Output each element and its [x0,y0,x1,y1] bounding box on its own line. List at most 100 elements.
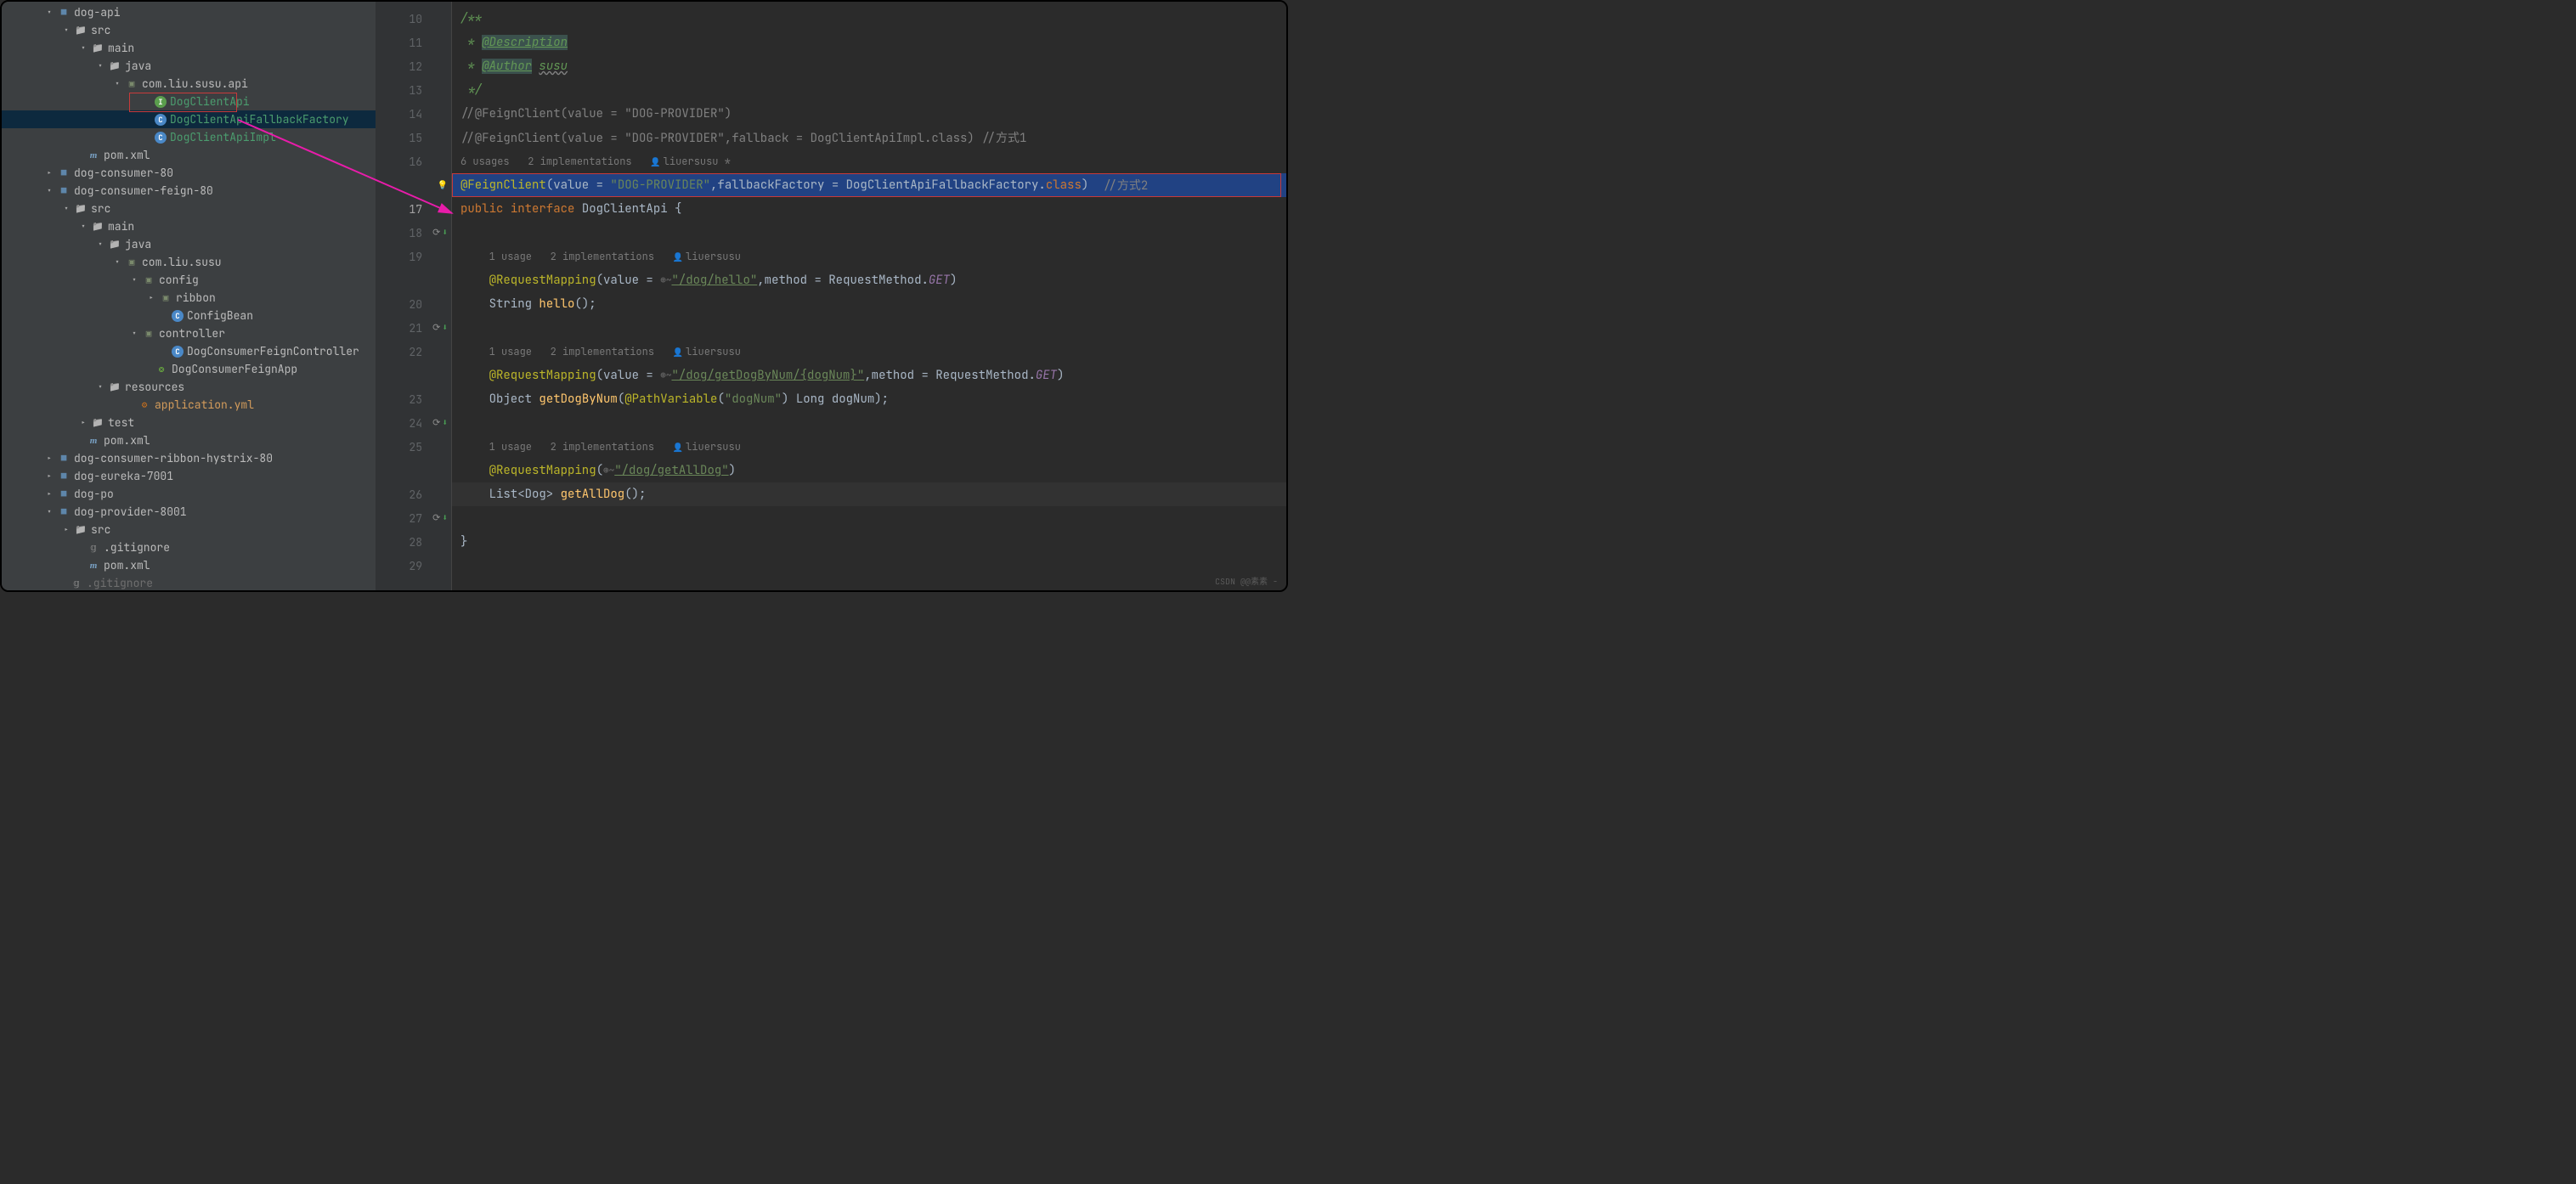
gutter-line[interactable]: 15 [376,126,451,149]
tree-item-resources[interactable]: ▾resources [2,378,376,396]
tree-item-pom-xml[interactable]: mpom.xml [2,431,376,449]
implementations-hint[interactable]: 2 implementations [551,345,654,358]
author-hint[interactable]: liuersusu * [664,155,731,168]
tree-item-dogconsumerfeignapp[interactable]: DogConsumerFeignApp [2,360,376,378]
gutter-line[interactable]: 16 [376,149,451,173]
gutter-line[interactable]: 28 [376,530,451,554]
tree-item-src[interactable]: ▸src [2,521,376,538]
tree-item-pom-xml[interactable]: mpom.xml [2,146,376,164]
gutter-line[interactable] [376,364,451,387]
usages-hint[interactable]: 6 usages [460,155,510,168]
tree-item-src[interactable]: ▾src [2,200,376,217]
editor-pane[interactable]: /** * @Description * @Author susu */ //@… [452,2,1286,590]
tree-item-java[interactable]: ▾java [2,235,376,253]
chevron-down-icon[interactable]: ▾ [78,222,88,232]
gutter-line[interactable]: 26 [376,482,451,506]
implementations-hint[interactable]: 2 implementations [551,250,654,263]
gutter-line[interactable]: 18 [376,221,451,245]
tree-item-configbean[interactable]: CConfigBean [2,307,376,324]
chevron-down-icon[interactable]: ▾ [129,329,139,339]
tree-item-ribbon[interactable]: ▸ribbon [2,289,376,307]
url-mapping-icon[interactable]: ⊕~ [603,465,614,476]
chevron-down-icon[interactable]: ▾ [78,43,88,54]
tree-item-dog-api[interactable]: ▾dog-api [2,3,376,21]
usages-hint[interactable]: 1 usage [489,345,532,358]
chevron-right-icon[interactable]: ▸ [61,525,71,535]
chevron-down-icon[interactable]: ▾ [61,204,71,214]
tree-item-application-yml[interactable]: application.yml [2,396,376,414]
url-mapping-icon[interactable]: ⊕~ [660,274,671,286]
gutter-line[interactable]: 11 [376,31,451,54]
gutter-line[interactable] [376,173,451,197]
tree-item--gitignore[interactable]: .gitignore [2,538,376,556]
tree-item-dogconsumerfeigncontroller[interactable]: CDogConsumerFeignController [2,342,376,360]
tree-item-com-liu-susu[interactable]: ▾com.liu.susu [2,253,376,271]
chevron-right-icon[interactable]: ▸ [44,489,54,499]
chevron-down-icon[interactable]: ▾ [129,275,139,285]
tree-item-dogclientapifallbackfactory[interactable]: CDogClientApiFallbackFactory [2,110,376,128]
tree-item-main[interactable]: ▾main [2,39,376,57]
chevron-down-icon[interactable]: ▾ [44,507,54,517]
gutter-line[interactable]: 20 [376,292,451,316]
url-mapping-icon[interactable]: ⊕~ [660,369,671,381]
author-hint[interactable]: liuersusu [686,345,741,358]
tree-item-dogclientapiimpl[interactable]: CDogClientApiImpl [2,128,376,146]
gutter-line[interactable]: 23 [376,387,451,411]
tree-item-dog-consumer-feign-80[interactable]: ▾dog-consumer-feign-80 [2,182,376,200]
tree-item-src[interactable]: ▾src [2,21,376,39]
tree-item-dogclientapi[interactable]: IDogClientApi [2,93,376,110]
highlighted-line[interactable]: @FeignClient(value = "DOG-PROVIDER",fall… [452,173,1286,197]
implementations-hint[interactable]: 2 implementations [551,440,654,454]
tree-item-dog-consumer-80[interactable]: ▸dog-consumer-80 [2,164,376,182]
gutter-line[interactable]: 24 [376,411,451,435]
implementations-hint[interactable]: 2 implementations [528,155,631,168]
chevron-down-icon[interactable]: ▾ [61,25,71,36]
tree-item-main[interactable]: ▾main [2,217,376,235]
gutter-line[interactable]: 12 [376,54,451,78]
tree-item-test[interactable]: ▸test [2,414,376,431]
chevron-right-icon[interactable]: ▸ [146,293,156,303]
tree-item-dog-provider-8001[interactable]: ▾dog-provider-8001 [2,503,376,521]
gutter-line[interactable]: 21 [376,316,451,340]
gutter-line[interactable]: 13 [376,78,451,102]
gutter-line[interactable]: 10 [376,7,451,31]
usages-hint[interactable]: 1 usage [489,250,532,263]
chevron-down-icon[interactable]: ▾ [112,79,122,89]
chevron-down-icon[interactable]: ▾ [44,8,54,18]
implements-gutter-icon[interactable] [432,224,448,239]
tree-item-dog-eureka-7001[interactable]: ▸dog-eureka-7001 [2,467,376,485]
override-gutter-icon[interactable] [432,414,448,429]
chevron-down-icon[interactable]: ▾ [95,382,105,392]
chevron-right-icon[interactable]: ▸ [44,454,54,464]
gutter-line[interactable]: 29 [376,554,451,578]
chevron-down-icon[interactable]: ▾ [95,240,105,250]
tree-item--gitignore[interactable]: .gitignore [2,574,376,590]
tree-item-controller[interactable]: ▾controller [2,324,376,342]
chevron-down-icon[interactable]: ▾ [44,186,54,196]
chevron-right-icon[interactable]: ▸ [78,418,88,428]
tree-item-pom-xml[interactable]: mpom.xml [2,556,376,574]
tree-item-config[interactable]: ▾config [2,271,376,289]
usages-hint[interactable]: 1 usage [489,440,532,454]
chevron-right-icon[interactable]: ▸ [44,471,54,482]
project-tree[interactable]: ▾dog-api▾src▾main▾java▾com.liu.susu.apiI… [2,2,376,590]
gutter-line[interactable]: 14 [376,102,451,126]
chevron-down-icon[interactable]: ▾ [112,257,122,268]
tree-item-dog-consumer-ribbon-hystrix-80[interactable]: ▸dog-consumer-ribbon-hystrix-80 [2,449,376,467]
tree-item-dog-po[interactable]: ▸dog-po [2,485,376,503]
gutter-line[interactable]: 19 [376,245,451,268]
intention-bulb-icon[interactable] [438,177,448,191]
author-hint[interactable]: liuersusu [686,250,741,263]
override-gutter-icon[interactable] [432,319,448,334]
gutter-line[interactable] [376,459,451,482]
gutter-line[interactable]: 17 [376,197,451,221]
chevron-right-icon[interactable]: ▸ [44,168,54,178]
override-gutter-icon[interactable] [432,510,448,524]
author-hint[interactable]: liuersusu [686,440,741,454]
tree-item-java[interactable]: ▾java [2,57,376,75]
chevron-down-icon[interactable]: ▾ [95,61,105,71]
gutter-line[interactable] [376,268,451,292]
gutter-line[interactable]: 25 [376,435,451,459]
gutter-line[interactable]: 27 [376,506,451,530]
tree-item-com-liu-susu-api[interactable]: ▾com.liu.susu.api [2,75,376,93]
